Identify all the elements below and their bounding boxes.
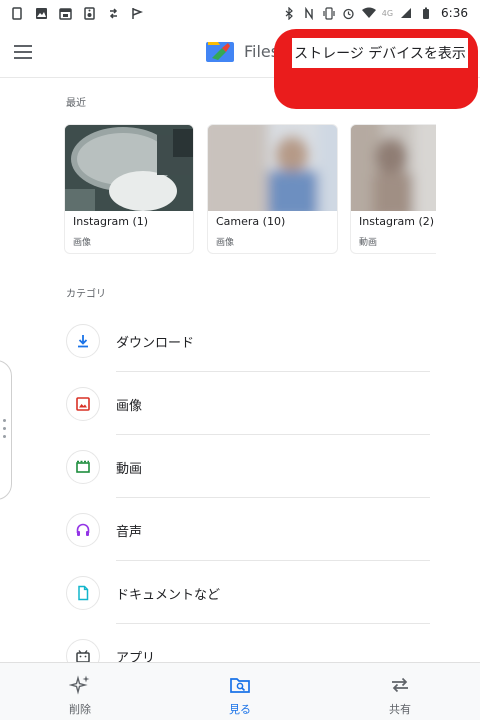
storage-highlight: ストレージ デバイスを表示: [274, 29, 478, 109]
nfc-icon: [302, 6, 316, 20]
network-type: 4G: [381, 8, 394, 18]
handle-dot: [3, 427, 6, 430]
video-icon: [66, 450, 100, 484]
category-item-audio[interactable]: 音声: [0, 498, 430, 561]
swap-icon: [388, 673, 412, 697]
sync-icon: [106, 6, 120, 20]
menu-icon-line: [14, 51, 32, 53]
recent-item-name: Instagram (2): [359, 215, 435, 228]
category-item-downloads[interactable]: ダウンロード: [0, 309, 430, 372]
category-label: ドキュメントなど: [116, 588, 221, 603]
bottom-navigation: 削除 見る 共有: [0, 662, 480, 720]
menu-icon-line: [14, 57, 32, 59]
nav-browse[interactable]: 見る: [200, 663, 280, 720]
vibrate-icon: [322, 6, 336, 20]
status-system-icons: 4G 6:36: [282, 0, 468, 26]
menu-icon-line: [14, 45, 32, 47]
document-icon: [66, 576, 100, 610]
recent-item-name: Instagram (1): [73, 215, 149, 228]
edge-panel-handle[interactable]: [0, 360, 12, 500]
tablet-icon: [10, 6, 24, 20]
recent-item-type: 動画: [359, 238, 378, 248]
browse-icon: [228, 673, 252, 697]
category-item-images[interactable]: 画像: [0, 372, 430, 435]
clock: 6:36: [441, 6, 468, 20]
recent-thumbnail: [65, 125, 193, 211]
alarm-icon: [342, 6, 356, 20]
categories-label: カテゴリ: [66, 289, 106, 300]
status-bar: 4G 6:36: [0, 0, 480, 26]
flag-icon: [130, 6, 144, 20]
recent-card[interactable]: Instagram (2) 動画: [350, 124, 436, 254]
speaker-icon: [82, 6, 96, 20]
category-item-documents[interactable]: ドキュメントなど: [0, 561, 430, 624]
recent-item-type: 画像: [216, 238, 235, 248]
nav-label: 共有: [389, 703, 411, 716]
category-label: 動画: [116, 462, 143, 477]
recent-item-name: Camera (10): [216, 215, 286, 228]
category-label: 音声: [116, 525, 143, 540]
calendar-icon: [58, 6, 72, 20]
handle-dot: [3, 435, 6, 438]
nav-label: 見る: [229, 703, 251, 716]
recent-label: 最近: [66, 98, 86, 109]
image-icon: [66, 387, 100, 421]
recent-thumbnail: [208, 125, 337, 225]
recent-card[interactable]: Camera (10) 画像: [207, 124, 338, 254]
sparkle-icon: [68, 673, 92, 697]
signal-icon: [399, 6, 413, 20]
nav-clean[interactable]: 削除: [40, 663, 120, 720]
category-label: ダウンロード: [116, 336, 195, 351]
app-bar: Files ストレージ デバイスを表示: [0, 26, 480, 109]
category-item-videos[interactable]: 動画: [0, 435, 430, 498]
headphones-icon: [66, 513, 100, 547]
bluetooth-icon: [282, 6, 296, 20]
category-label: 画像: [116, 399, 143, 414]
status-notification-icons: [10, 6, 144, 20]
recent-item-type: 画像: [73, 238, 92, 248]
files-logo-icon: [206, 40, 236, 62]
nav-share[interactable]: 共有: [360, 663, 440, 720]
nav-label: 削除: [69, 703, 91, 716]
handle-dot: [3, 419, 6, 422]
image-icon: [34, 6, 48, 20]
recent-thumbnail: [351, 125, 436, 225]
wifi-icon: [361, 6, 376, 20]
recent-card[interactable]: Instagram (1) 画像: [64, 124, 194, 254]
download-icon: [66, 324, 100, 358]
show-storage-devices-button[interactable]: ストレージ デバイスを表示: [292, 38, 468, 68]
battery-icon: [419, 6, 433, 20]
menu-button[interactable]: [14, 40, 40, 64]
